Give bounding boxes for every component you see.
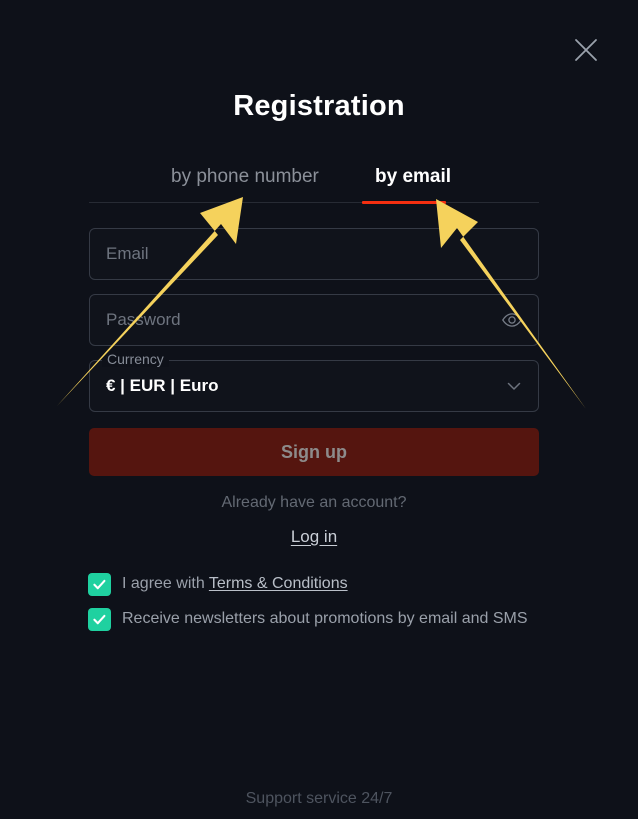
terms-checkbox[interactable] bbox=[88, 573, 111, 596]
password-field[interactable] bbox=[89, 294, 539, 346]
terms-text-before: I agree with bbox=[122, 575, 209, 592]
newsletter-label: Receive newsletters about promotions by … bbox=[122, 610, 528, 627]
consent-row-terms[interactable]: I agree with Terms & Conditions bbox=[88, 572, 548, 596]
close-button[interactable] bbox=[566, 30, 606, 70]
registration-method-tabs: by phone number by email bbox=[89, 162, 539, 204]
eye-icon[interactable] bbox=[500, 308, 524, 332]
email-input[interactable] bbox=[90, 229, 538, 279]
email-field[interactable] bbox=[89, 228, 539, 280]
terms-and-conditions-link[interactable]: Terms & Conditions bbox=[209, 575, 348, 592]
tab-by-phone-number[interactable]: by phone number bbox=[171, 162, 319, 202]
support-service-text: Support service 24/7 bbox=[245, 790, 393, 807]
log-in-link[interactable]: Log in bbox=[89, 527, 539, 547]
consent-row-newsletter[interactable]: Receive newsletters about promotions by … bbox=[88, 607, 548, 631]
currency-label: Currency bbox=[102, 351, 169, 367]
already-have-account-text: Already have an account? bbox=[221, 494, 407, 511]
active-tab-indicator bbox=[362, 201, 446, 204]
newsletter-checkbox[interactable] bbox=[88, 608, 111, 631]
currency-select[interactable]: Currency € | EUR | Euro bbox=[89, 351, 539, 412]
terms-label: I agree with Terms & Conditions bbox=[122, 572, 348, 595]
tabs-divider bbox=[89, 202, 539, 203]
tab-by-email[interactable]: by email bbox=[375, 162, 451, 202]
chevron-down-icon[interactable] bbox=[503, 375, 525, 397]
close-x-icon bbox=[572, 36, 600, 64]
registration-form: Currency € | EUR | Euro Sign up Already … bbox=[89, 228, 539, 547]
registration-dialog: Registration by phone number by email Cu… bbox=[0, 0, 638, 819]
password-input[interactable] bbox=[90, 295, 538, 345]
sign-up-button[interactable]: Sign up bbox=[89, 428, 539, 476]
currency-value: € | EUR | Euro bbox=[106, 376, 219, 395]
consent-checkbox-group: I agree with Terms & Conditions Receive … bbox=[88, 572, 548, 642]
page-title: Registration bbox=[233, 90, 405, 122]
